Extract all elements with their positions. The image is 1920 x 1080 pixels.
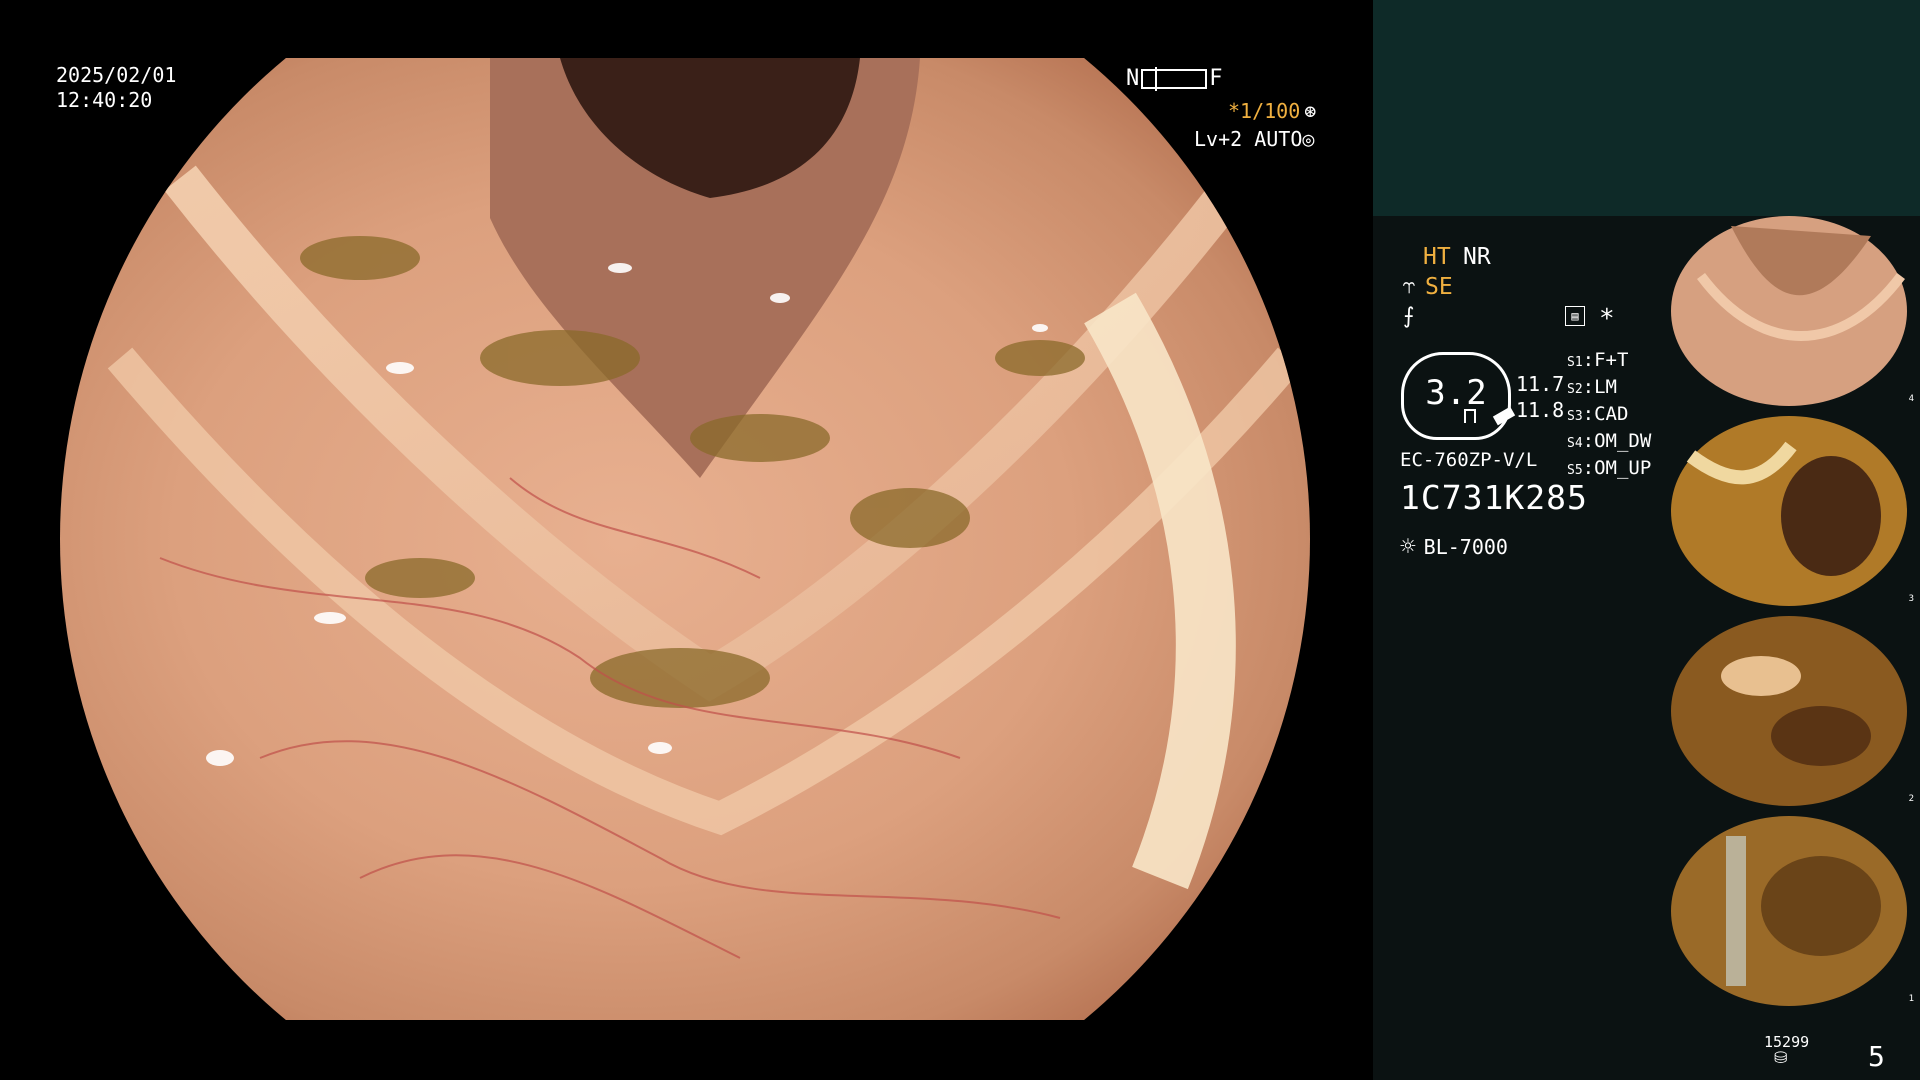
- thumbnail-image: [1671, 816, 1907, 1006]
- panel-header-area: [1373, 0, 1920, 216]
- switch-label: F+T: [1594, 349, 1629, 371]
- date-readout: 2025/02/01: [56, 63, 177, 87]
- thumbnail-image: [1671, 216, 1907, 406]
- switch-label: OM_DW: [1594, 430, 1652, 452]
- near-label: N: [1126, 66, 1140, 91]
- thumbnail[interactable]: 3: [1671, 416, 1920, 606]
- scope-model: EC-760ZP-V/L: [1400, 449, 1538, 471]
- focus-scale: N F: [1126, 66, 1223, 91]
- iris-value: Lv+2 AUTO: [1194, 127, 1303, 151]
- thumbnail-number: 1: [1908, 994, 1914, 1004]
- focus-bar: [1141, 66, 1208, 91]
- far-label: F: [1209, 66, 1223, 91]
- switch-key: S5: [1567, 463, 1583, 478]
- scope-serial: 1C731K285: [1400, 478, 1588, 517]
- switch-label: LM: [1594, 376, 1617, 398]
- value-1: 11.7: [1516, 372, 1565, 396]
- thumbnail-image: [1671, 416, 1907, 606]
- endoscope-image: [60, 58, 1310, 1020]
- switch-label: OM_UP: [1594, 457, 1652, 479]
- thumbnail[interactable]: 1: [1671, 816, 1920, 1006]
- iris-icon: ◎: [1302, 127, 1315, 151]
- switch-key: S4: [1567, 436, 1583, 451]
- scope-value: 3.2: [1425, 373, 1487, 413]
- grid-icon: ▤: [1565, 306, 1585, 326]
- thumbnail-image: [1671, 616, 1907, 806]
- switch-key: S2: [1567, 382, 1583, 397]
- switch-key: S1: [1567, 355, 1583, 370]
- iris-mode: Lv+2 AUTO◎: [1194, 127, 1314, 151]
- page-number: 5: [1868, 1040, 1885, 1073]
- shutter-icon: ⊛: [1304, 99, 1317, 123]
- time-readout: 12:40:20: [56, 88, 153, 112]
- light-icon: ☼: [1400, 532, 1416, 562]
- thumbnail-number: 2: [1908, 794, 1914, 804]
- nr-indicator: NR: [1463, 244, 1491, 270]
- endoscope-view: 2025/02/01 12:40:20 N F *1/100 ⊛ Lv+2 AUT…: [0, 0, 1373, 1080]
- switch-item: S1:F+T: [1567, 349, 1629, 371]
- switch-item: S4:OM_DW: [1567, 430, 1652, 452]
- switch-list: S1:F+T S2:LM S3:CAD S4:OM_DW S5:OM_UP: [1567, 348, 1651, 483]
- light-source-label: BL-7000: [1423, 535, 1508, 559]
- se-indicator: SE: [1425, 274, 1453, 300]
- thumbnail-number: 3: [1908, 594, 1914, 604]
- scope-mark-icon: [1464, 409, 1476, 423]
- disk-icon: ⛁: [1774, 1048, 1788, 1067]
- value-2: 11.8: [1516, 398, 1565, 422]
- thumbnail[interactable]: 4: [1671, 216, 1920, 406]
- switch-key: S3: [1567, 409, 1583, 424]
- freeze-icon: ⨍: [1403, 304, 1415, 329]
- shutter-speed: *1/100 ⊛: [1228, 99, 1316, 123]
- switch-label: CAD: [1594, 403, 1629, 425]
- switch-item: S2:LM: [1567, 376, 1617, 398]
- thumbnail-number: 4: [1908, 394, 1914, 404]
- scope-status-badge: 3.2: [1401, 352, 1516, 440]
- star-icon: *: [1599, 304, 1615, 334]
- light-source: ☼ BL-7000: [1400, 532, 1508, 562]
- se-icon: ⥾: [1403, 274, 1416, 299]
- thumbnail[interactable]: 2: [1671, 616, 1920, 806]
- switch-item: S5:OM_UP: [1567, 457, 1652, 479]
- switch-item: S3:CAD: [1567, 403, 1629, 425]
- ht-indicator: HT: [1423, 244, 1451, 270]
- shutter-value: *1/100: [1228, 99, 1301, 123]
